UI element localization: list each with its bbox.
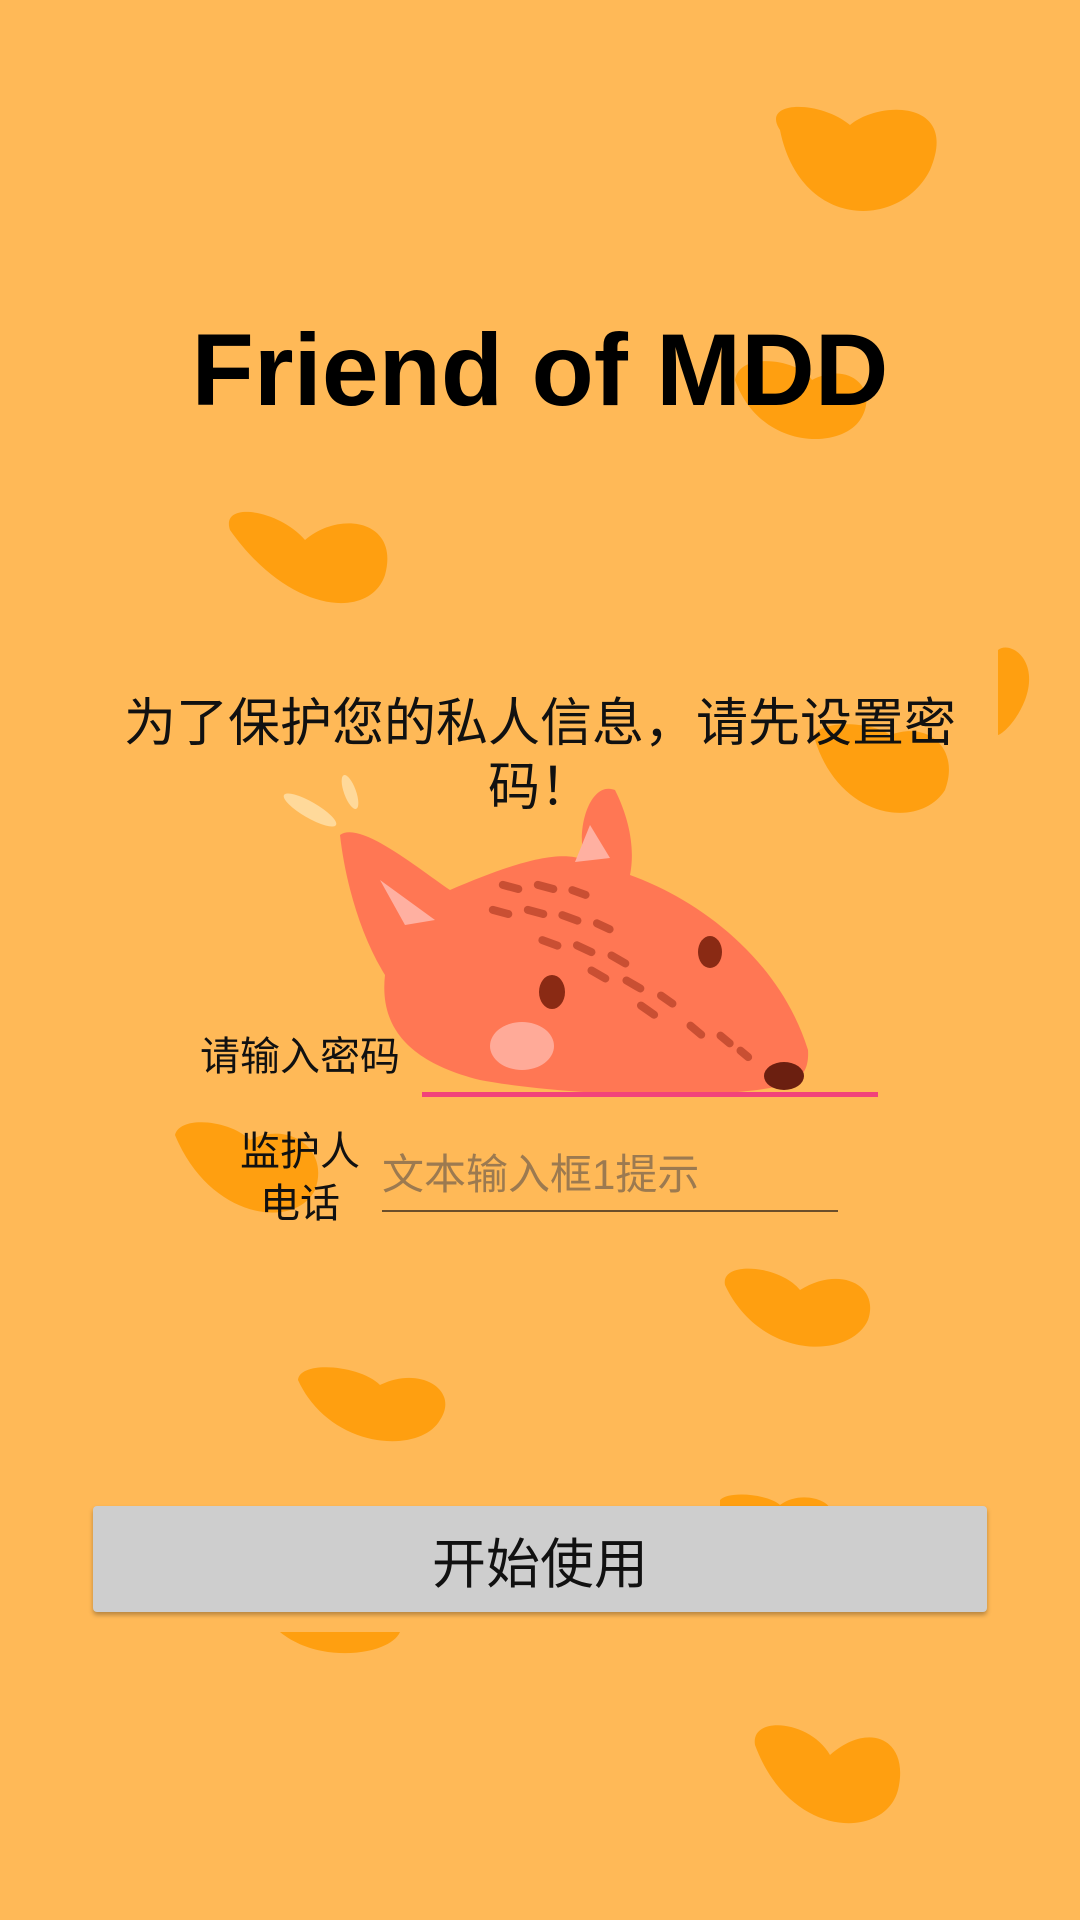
- guardian-phone-input[interactable]: [382, 1140, 838, 1212]
- start-button[interactable]: 开始使用: [93, 1506, 987, 1612]
- heart-icon: [298, 1367, 446, 1442]
- heart-icon: [776, 106, 937, 211]
- password-input[interactable]: [422, 1020, 878, 1097]
- heart-icon: [228, 511, 388, 604]
- page-title: Friend of MDD: [191, 313, 889, 427]
- guardian-phone-label: 监护人电话: [240, 1129, 360, 1227]
- heart-icon: [280, 1632, 400, 1654]
- intro-message: 为了保护您的私人信息，请先设置密码！: [123, 694, 956, 818]
- background-illustration: [175, 106, 1030, 1824]
- heart-icon: [998, 647, 1030, 735]
- heart-icon: [724, 1268, 871, 1347]
- heart-icon: [754, 1725, 901, 1824]
- password-label: 请输入密码: [200, 1034, 400, 1080]
